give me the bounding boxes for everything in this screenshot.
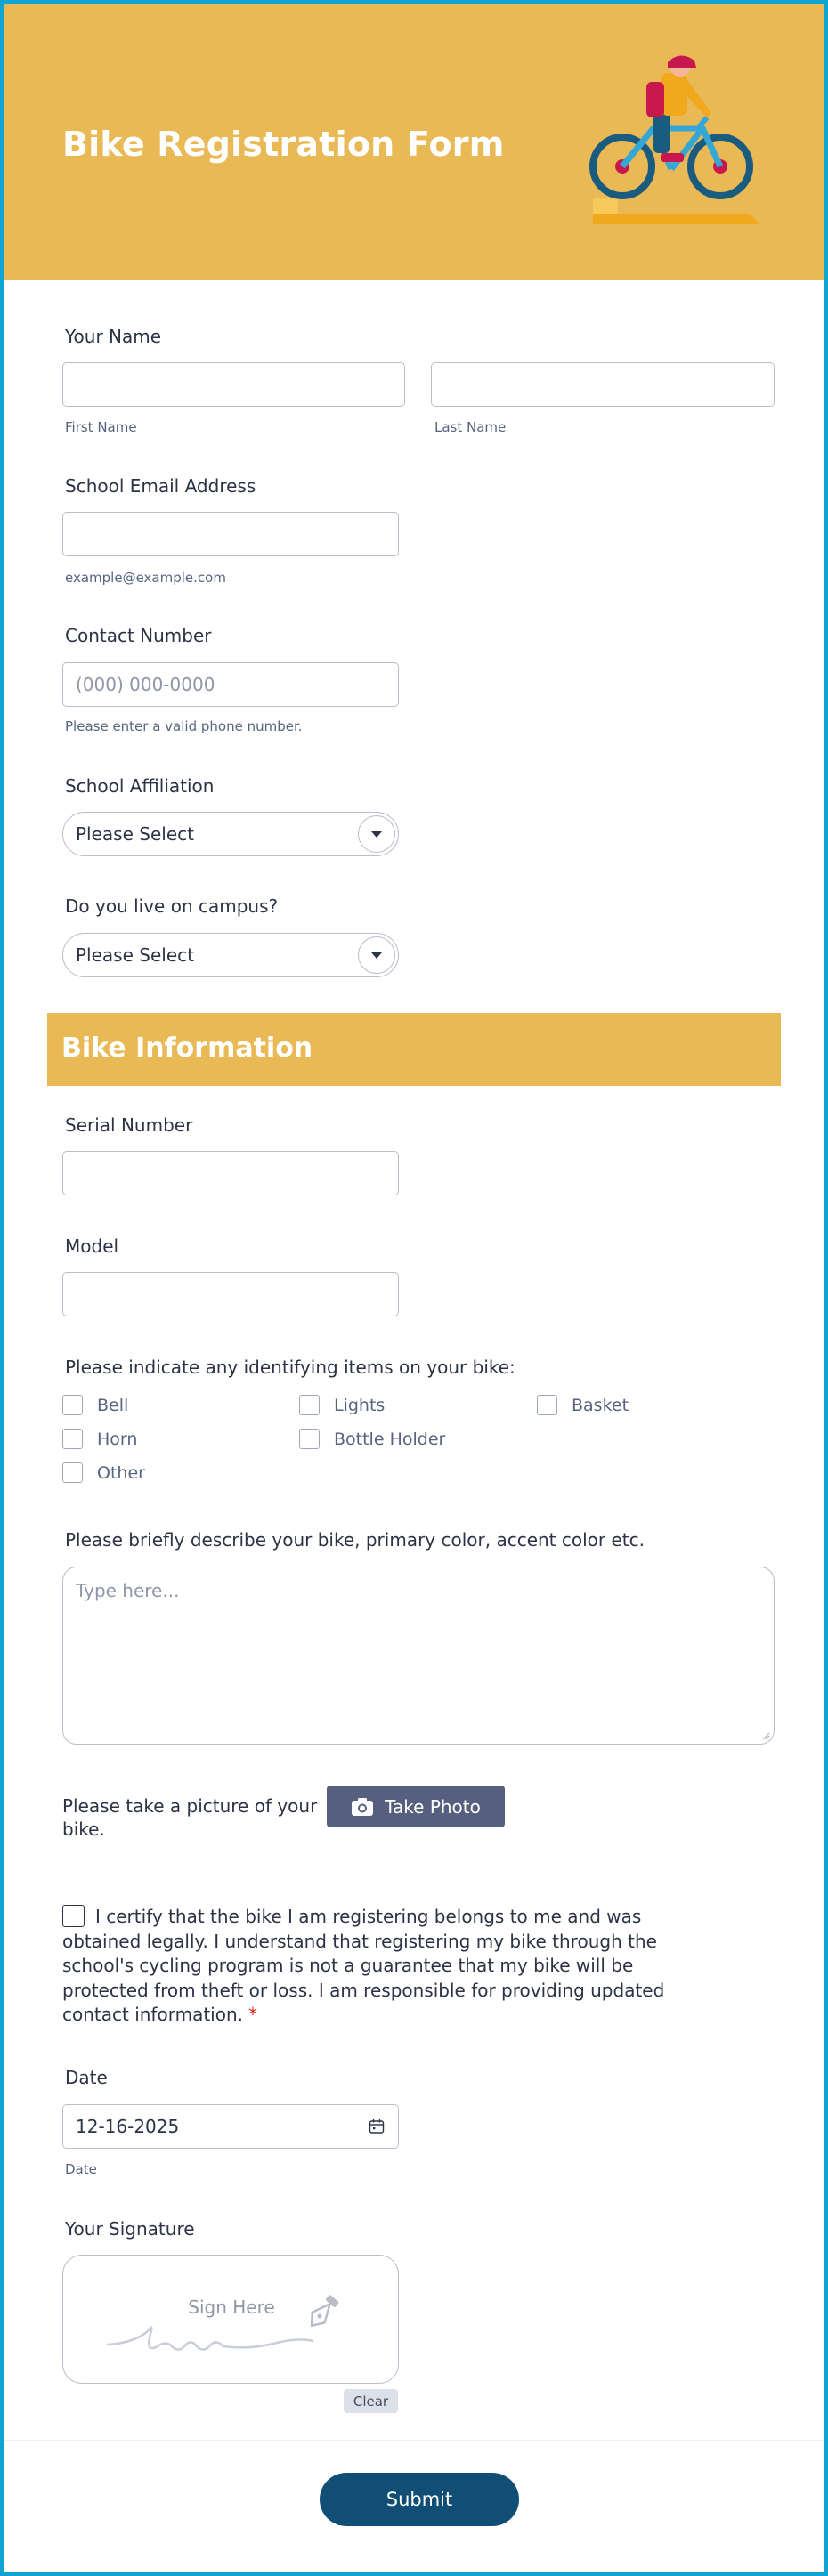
checkbox-bell[interactable]: Bell: [62, 1395, 128, 1415]
checkbox-bottle-holder[interactable]: Bottle Holder: [299, 1429, 445, 1449]
checkbox-basket[interactable]: Basket: [537, 1395, 629, 1415]
chevron-down-icon: [358, 936, 395, 974]
cyclist-illustration: [589, 55, 760, 224]
form-header: Bike Registration Form: [4, 4, 824, 280]
footer-divider: [4, 2440, 824, 2441]
checkbox-label: Basket: [572, 1395, 629, 1415]
checkbox-label: Horn: [97, 1429, 138, 1449]
checkbox-box[interactable]: [62, 1395, 83, 1415]
checkbox-other[interactable]: Other: [62, 1462, 145, 1483]
checkbox-box[interactable]: [299, 1429, 320, 1449]
affiliation-select[interactable]: Please Select: [62, 812, 399, 856]
checkbox-label: Lights: [334, 1395, 386, 1415]
date-value: 12-16-2025: [76, 2116, 180, 2137]
date-sublabel: Date: [65, 2161, 97, 2177]
certify-text: I certify that the bike I am registering…: [62, 1906, 665, 2025]
campus-select[interactable]: Please Select: [62, 933, 399, 977]
checkbox-lights[interactable]: Lights: [299, 1395, 385, 1415]
bike-info-title: Bike Information: [61, 1033, 313, 1064]
certify-checkbox[interactable]: [62, 1905, 85, 1927]
first-name-input[interactable]: [62, 362, 405, 407]
phone-label: Contact Number: [65, 625, 212, 646]
name-label: Your Name: [65, 326, 162, 347]
checkbox-label: Bell: [97, 1395, 129, 1415]
description-label: Please briefly describe your bike, prima…: [65, 1529, 645, 1551]
required-mark: *: [248, 2004, 257, 2025]
signature-scribble-icon: [106, 2295, 339, 2351]
model-label: Model: [65, 1235, 119, 1257]
take-photo-label: Take Photo: [385, 1795, 481, 1818]
form-title: Bike Registration Form: [62, 125, 505, 164]
email-input[interactable]: [62, 512, 399, 556]
checkbox-label: Bottle Holder: [334, 1429, 446, 1449]
phone-input[interactable]: (000) 000-0000: [62, 662, 399, 707]
checkbox-box[interactable]: [299, 1395, 320, 1415]
last-name-sublabel: Last Name: [434, 419, 507, 435]
signature-label: Your Signature: [65, 2218, 195, 2240]
submit-button[interactable]: Submit: [320, 2473, 519, 2526]
checkbox-label: Other: [97, 1462, 145, 1483]
email-sublabel: example@example.com: [65, 570, 226, 586]
certify-statement: I certify that the bike I am registering…: [62, 1905, 703, 2028]
affiliation-label: School Affiliation: [65, 775, 215, 797]
calendar-icon[interactable]: [368, 2118, 386, 2135]
campus-selected: Please Select: [76, 944, 194, 966]
date-label: Date: [65, 2067, 108, 2088]
take-photo-button[interactable]: Take Photo: [327, 1786, 505, 1827]
model-input[interactable]: [62, 1272, 399, 1316]
last-name-input[interactable]: [431, 362, 775, 407]
phone-placeholder: (000) 000-0000: [76, 674, 215, 695]
description-placeholder: Type here...: [76, 1580, 180, 1601]
checkbox-box[interactable]: [62, 1462, 83, 1483]
chevron-down-icon: [358, 815, 395, 853]
affiliation-selected: Please Select: [76, 823, 194, 845]
serial-label: Serial Number: [65, 1114, 193, 1136]
signature-pad[interactable]: Sign Here: [62, 2255, 399, 2384]
checkbox-box[interactable]: [62, 1429, 83, 1449]
checkbox-horn[interactable]: Horn: [62, 1429, 137, 1449]
description-textarea[interactable]: Type here...: [62, 1567, 775, 1745]
campus-label: Do you live on campus?: [65, 895, 279, 917]
resize-grip-icon[interactable]: [761, 1731, 770, 1740]
clear-signature-button[interactable]: Clear: [344, 2389, 398, 2413]
photo-label: Please take a picture of your bike.: [62, 1795, 318, 1840]
phone-sublabel: Please enter a valid phone number.: [65, 718, 303, 734]
items-label: Please indicate any identifying items on…: [65, 1357, 515, 1378]
date-input[interactable]: 12-16-2025: [62, 2104, 399, 2149]
bike-info-section-header: Bike Information: [47, 1013, 781, 1086]
serial-input[interactable]: [62, 1151, 399, 1195]
camera-icon: [352, 1797, 374, 1816]
email-label: School Email Address: [65, 475, 256, 497]
first-name-sublabel: First Name: [65, 419, 137, 435]
checkbox-box[interactable]: [537, 1395, 557, 1415]
